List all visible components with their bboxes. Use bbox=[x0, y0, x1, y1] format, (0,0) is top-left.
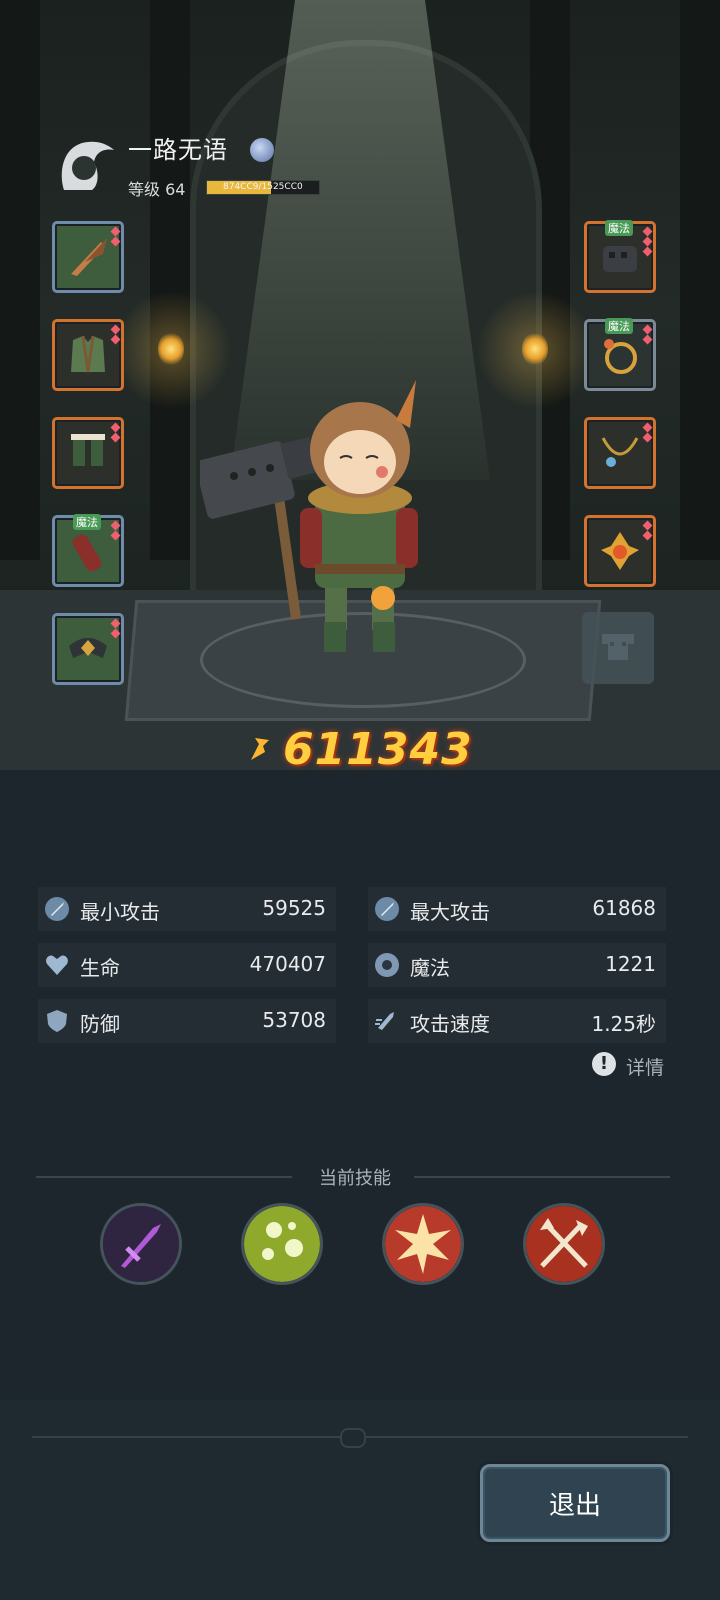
equip-slot-amulet[interactable] bbox=[584, 515, 656, 587]
hero-character bbox=[200, 380, 418, 652]
skill-fire-burst[interactable] bbox=[382, 1203, 464, 1285]
player-level: 等级 64 bbox=[128, 180, 186, 199]
stat-max-attack: 最大攻击 61868 bbox=[368, 887, 666, 931]
stat-defense: 防御 53708 bbox=[38, 999, 336, 1043]
sword-icon bbox=[375, 897, 399, 921]
stat-value: 1.25秒 bbox=[591, 1012, 656, 1036]
skill-green-orb[interactable] bbox=[241, 1203, 323, 1285]
stat-min-attack: 最小攻击 59525 bbox=[38, 887, 336, 931]
stat-label: 防御 bbox=[80, 1012, 120, 1036]
speed-icon bbox=[375, 1012, 394, 1030]
pillar bbox=[680, 0, 720, 560]
stat-value: 59525 bbox=[262, 896, 326, 920]
shield-icon bbox=[47, 1010, 67, 1032]
bracer-icon bbox=[72, 534, 102, 572]
avatar[interactable] bbox=[56, 134, 114, 192]
ring-icon bbox=[604, 339, 637, 374]
skills-title: 当前技能 bbox=[319, 1168, 391, 1189]
gauntlet-icon bbox=[603, 246, 637, 272]
necklace-icon bbox=[601, 437, 639, 467]
equip-slot-weapon[interactable] bbox=[52, 221, 124, 293]
pillar bbox=[0, 0, 40, 560]
pet-icon bbox=[602, 634, 634, 660]
exp-text: 874CC9/1525CC0 bbox=[223, 182, 303, 192]
stat-value: 470407 bbox=[249, 952, 326, 976]
heart-icon bbox=[46, 955, 68, 975]
ornament-icon bbox=[340, 1428, 366, 1448]
equip-slot-gauntlet[interactable]: 魔法 bbox=[584, 220, 656, 293]
exp-bar: 874CC9/1525CC0 bbox=[206, 180, 320, 195]
power-icon bbox=[251, 738, 269, 760]
stat-attack-speed: 攻击速度 1.25秒 bbox=[368, 999, 666, 1043]
player-name: 一路无语 bbox=[128, 136, 228, 164]
divider bbox=[36, 1176, 292, 1178]
equip-slot-ring[interactable]: 魔法 bbox=[584, 318, 656, 391]
skill-purple-dagger[interactable] bbox=[100, 1203, 182, 1285]
amulet-icon bbox=[601, 532, 639, 570]
equip-slot-boots[interactable] bbox=[52, 417, 124, 489]
stat-label: 最大攻击 bbox=[410, 900, 490, 924]
stat-hp: 生命 470407 bbox=[38, 943, 336, 987]
equip-slot-bracer[interactable]: 魔法 bbox=[52, 514, 124, 587]
stat-value: 61868 bbox=[592, 896, 656, 920]
info-icon: ! bbox=[592, 1052, 616, 1076]
boots-icon bbox=[71, 434, 105, 466]
fire-burst-icon bbox=[385, 1206, 461, 1282]
crossed-axes-icon bbox=[526, 1206, 602, 1282]
helmet-icon bbox=[69, 638, 107, 658]
torch-left bbox=[158, 332, 184, 366]
magic-icon bbox=[375, 953, 399, 977]
combat-power-value: 611343 bbox=[283, 724, 473, 775]
stat-label: 攻击速度 bbox=[410, 1012, 490, 1036]
purple-dagger-icon bbox=[103, 1206, 179, 1282]
equip-slot-helmet[interactable] bbox=[52, 613, 124, 685]
extra-slot-locked[interactable] bbox=[582, 612, 654, 684]
moon-icon bbox=[250, 138, 274, 162]
stat-value: 53708 bbox=[262, 1008, 326, 1032]
stat-label: 魔法 bbox=[410, 956, 450, 980]
exit-button[interactable]: 退出 bbox=[480, 1464, 670, 1542]
stat-label: 生命 bbox=[80, 956, 120, 980]
pillar bbox=[150, 0, 190, 560]
armor-vest-icon bbox=[71, 335, 105, 373]
stat-magic: 魔法 1221 bbox=[368, 943, 666, 987]
skill-crossed-axes[interactable] bbox=[523, 1203, 605, 1285]
sword-icon bbox=[45, 897, 69, 921]
equip-slot-armor[interactable] bbox=[52, 319, 124, 391]
feather-weapon-icon bbox=[71, 238, 107, 276]
details-label: 详情 bbox=[626, 1057, 665, 1079]
green-orb-icon bbox=[244, 1206, 320, 1282]
equip-slot-necklace[interactable] bbox=[584, 417, 656, 489]
stat-label: 最小攻击 bbox=[80, 900, 160, 924]
torch-right bbox=[522, 332, 548, 366]
stat-value: 1221 bbox=[605, 952, 656, 976]
divider bbox=[414, 1176, 670, 1178]
combat-power: 611343 bbox=[245, 722, 485, 775]
